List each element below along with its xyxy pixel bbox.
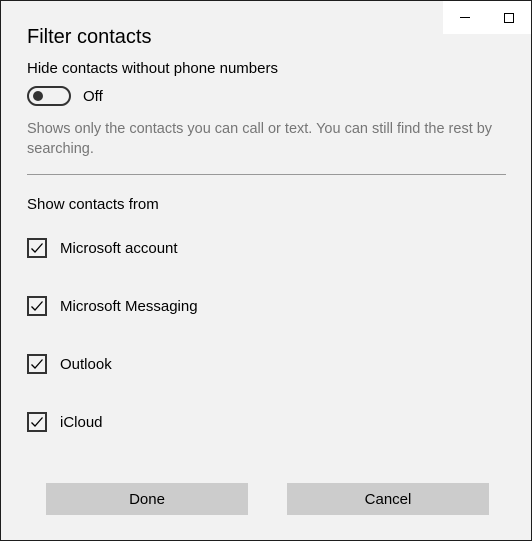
hide-contacts-toggle-row: Off (27, 86, 103, 106)
source-icloud[interactable]: iCloud (27, 412, 103, 432)
done-button[interactable]: Done (46, 483, 248, 515)
checkbox-label: Microsoft Messaging (60, 297, 198, 315)
checkbox-label: Microsoft account (60, 239, 178, 257)
toggle-knob (33, 91, 43, 101)
divider (27, 174, 506, 175)
dialog-title: Filter contacts (27, 26, 152, 48)
maximize-button[interactable] (487, 1, 531, 34)
checkmark-icon (31, 417, 43, 427)
cancel-button[interactable]: Cancel (287, 483, 489, 515)
source-outlook[interactable]: Outlook (27, 354, 112, 374)
caption-buttons (443, 1, 531, 34)
filter-description: Shows only the contacts you can call or … (27, 121, 493, 157)
checkmark-icon (31, 301, 43, 311)
filter-contacts-window: Filter contacts Hide contacts without ph… (0, 0, 532, 541)
checkbox[interactable] (27, 296, 47, 316)
checkbox[interactable] (27, 238, 47, 258)
checkbox[interactable] (27, 412, 47, 432)
source-microsoft-account[interactable]: Microsoft account (27, 238, 178, 258)
checkmark-icon (31, 359, 43, 369)
show-contacts-from-label: Show contacts from (27, 196, 159, 213)
hide-contacts-label: Hide contacts without phone numbers (27, 60, 278, 77)
toggle-state-label: Off (83, 87, 103, 105)
checkmark-icon (31, 243, 43, 253)
checkbox[interactable] (27, 354, 47, 374)
minimize-button[interactable] (443, 1, 487, 34)
checkbox-label: Outlook (60, 355, 112, 373)
source-microsoft-messaging[interactable]: Microsoft Messaging (27, 296, 198, 316)
minimize-icon (460, 17, 470, 18)
maximize-icon (504, 12, 514, 23)
hide-contacts-toggle[interactable] (27, 86, 71, 106)
checkbox-label: iCloud (60, 413, 103, 431)
